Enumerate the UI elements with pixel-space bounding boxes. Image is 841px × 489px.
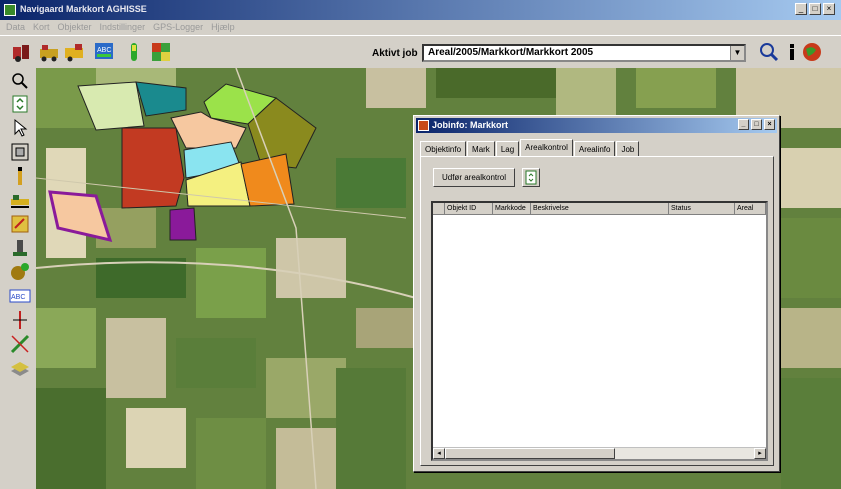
column-header-areal[interactable]: Areal — [735, 203, 766, 215]
scrollbar-thumb[interactable] — [445, 448, 615, 459]
tab-objektinfo[interactable]: Objektinfo — [420, 141, 467, 156]
sprayer-icon[interactable] — [123, 41, 147, 63]
menu-indstillinger[interactable]: Indstillinger — [100, 20, 146, 35]
dialog-title: Jobinfo: Markkort — [432, 120, 509, 130]
layer-icon[interactable] — [9, 357, 31, 379]
measure-icon[interactable] — [9, 333, 31, 355]
trailer-icon[interactable] — [38, 41, 62, 63]
active-job-value: Areal/2005/Markkort/Markkort 2005 — [428, 47, 594, 58]
paint-icon[interactable] — [9, 261, 31, 283]
scroll-left-button[interactable]: ◂ — [433, 448, 445, 459]
tab-arealkontrol[interactable]: Arealkontrol — [520, 139, 573, 156]
minimize-button[interactable]: _ — [795, 3, 807, 15]
aktiv-job-label: Aktivt job — [372, 48, 418, 59]
chevron-down-icon[interactable]: ▼ — [730, 46, 744, 60]
dialog-maximize-button[interactable]: □ — [751, 119, 762, 130]
scroll-right-button[interactable]: ▸ — [754, 448, 766, 459]
zoom-icon[interactable] — [9, 70, 31, 92]
tab-arealinfo[interactable]: Arealinfo — [573, 141, 616, 156]
column-header-status[interactable]: Status — [669, 203, 735, 215]
column-header-select[interactable] — [433, 203, 445, 215]
extent-icon[interactable] — [9, 141, 31, 163]
dialog-window-controls: _ □ × — [738, 119, 775, 130]
dialog-close-button[interactable]: × — [764, 119, 775, 130]
dialog-app-icon — [418, 120, 429, 131]
tab-lag[interactable]: Lag — [495, 141, 520, 156]
refresh-button[interactable] — [522, 168, 540, 187]
column-header-objekt-id[interactable]: Objekt ID — [445, 203, 493, 215]
edit-icon[interactable] — [9, 213, 31, 235]
globe-icon[interactable] — [800, 41, 824, 63]
tab-mark[interactable]: Mark — [467, 141, 495, 156]
horizontal-scrollbar[interactable]: ◂ ▸ — [433, 447, 766, 459]
close-button[interactable]: × — [823, 3, 835, 15]
list-header: Objekt ID Markkode Beskrivelse Status Ar… — [433, 203, 766, 215]
menu-gps-logger[interactable]: GPS-Logger — [153, 20, 203, 35]
udfor-arealkontrol-button[interactable]: Udfør arealkontrol — [433, 168, 515, 187]
menu-objekter[interactable]: Objekter — [58, 20, 92, 35]
app-icon — [4, 4, 16, 16]
tab-job[interactable]: Job — [616, 141, 640, 156]
select-icon[interactable] — [9, 117, 31, 139]
menu-bar: Data Kort Objekter Indstillinger GPS-Log… — [0, 20, 841, 35]
menu-kort[interactable]: Kort — [33, 20, 50, 35]
pole-icon[interactable] — [9, 165, 31, 187]
drill-icon[interactable] — [9, 237, 31, 259]
refresh-icon[interactable] — [9, 93, 31, 115]
dialog-minimize-button[interactable]: _ — [738, 119, 749, 130]
arealkontrol-list[interactable]: Objekt ID Markkode Beskrivelse Status Ar… — [431, 201, 768, 461]
main-toolbar: ABC Aktivt job Areal/2005/Markkort/Markk… — [0, 35, 841, 67]
machine-icon[interactable] — [9, 189, 31, 211]
menu-hjaelp[interactable]: Hjælp — [211, 20, 235, 35]
tractor-icon[interactable] — [10, 41, 34, 63]
svg-text:ABC: ABC — [11, 294, 25, 301]
column-header-beskrivelse[interactable]: Beskrivelse — [531, 203, 669, 215]
active-job-select[interactable]: Areal/2005/Markkort/Markkort 2005 ▼ — [422, 44, 746, 62]
cursor-icon[interactable] — [9, 309, 31, 331]
abc-icon[interactable]: ABC — [93, 41, 117, 63]
jobinfo-dialog: Jobinfo: Markkort _ □ × Objektinfo Mark … — [413, 115, 780, 472]
left-toolbar: ABC — [6, 68, 34, 489]
column-header-markkode[interactable]: Markkode — [493, 203, 531, 215]
menu-data[interactable]: Data — [6, 20, 25, 35]
dialog-tabs: Objektinfo Mark Lag Arealkontrol Arealin… — [420, 139, 640, 157]
field-icon[interactable] — [150, 41, 174, 63]
svg-text:ABC: ABC — [97, 47, 111, 54]
window-controls: _ □ × — [795, 3, 835, 15]
app-title: Navigaard Markkort AGHISSE — [20, 4, 147, 14]
refresh-icon — [525, 170, 537, 185]
abc-label-icon[interactable]: ABC — [9, 285, 31, 307]
dialog-titlebar[interactable]: Jobinfo: Markkort _ □ × — [416, 118, 777, 133]
search-icon[interactable] — [757, 41, 781, 63]
harvester-icon[interactable] — [63, 41, 87, 63]
app-titlebar: Navigaard Markkort AGHISSE _ □ × — [0, 0, 841, 20]
arealkontrol-panel: Udfør arealkontrol Objekt ID Markkode Be… — [420, 156, 774, 466]
maximize-button[interactable]: □ — [809, 3, 821, 15]
